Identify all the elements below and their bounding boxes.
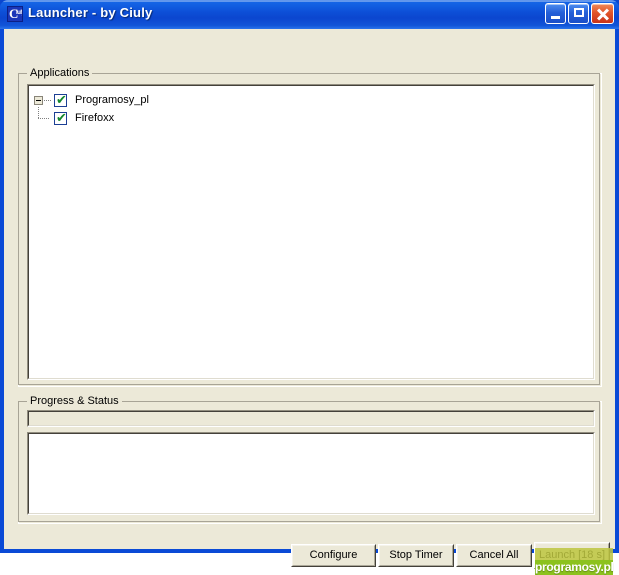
maximize-icon [574, 8, 584, 17]
tree-item-programosy-pl[interactable]: ✔ Programosy_pl [34, 92, 149, 109]
collapse-icon[interactable] [34, 96, 43, 105]
stop-timer-button[interactable]: Stop Timer [378, 544, 454, 567]
applications-tree[interactable]: ✔ Programosy_pl ✔ Firefoxx [27, 84, 595, 380]
minimize-button[interactable] [545, 3, 566, 24]
status-log-area[interactable] [27, 432, 595, 515]
cancel-all-button[interactable]: Cancel All [456, 544, 532, 567]
application-window: C iuly Launcher - by Ciuly Applications [0, 0, 619, 575]
app-icon-subtext: iuly [16, 10, 22, 16]
watermark-text: programosy.pl [535, 560, 614, 575]
tree-checkbox-firefoxx[interactable]: ✔ [54, 111, 67, 126]
tree-connector-elbow [34, 107, 52, 127]
tree-label-programosy-pl: Programosy_pl [75, 94, 149, 106]
applications-group: Applications ✔ Programosy_pl ✔ Firefoxx [18, 67, 602, 387]
tree-label-firefoxx: Firefoxx [75, 112, 115, 124]
close-button[interactable] [591, 3, 614, 24]
progress-status-group-label: Progress & Status [27, 395, 122, 407]
configure-button[interactable]: Configure [291, 544, 376, 567]
app-icon[interactable]: C iuly [7, 6, 23, 22]
watermark-overlay: programosy.pl [535, 548, 614, 575]
progress-bar [27, 410, 595, 427]
client-area: Applications ✔ Programosy_pl ✔ Firefoxx [4, 29, 615, 575]
title-bar[interactable]: C iuly Launcher - by Ciuly [0, 0, 619, 29]
tree-item-firefoxx[interactable]: ✔ Firefoxx [34, 107, 115, 127]
tree-connector-line [44, 100, 52, 101]
window-title: Launcher - by Ciuly [28, 5, 153, 20]
maximize-button[interactable] [568, 3, 589, 24]
applications-group-label: Applications [27, 67, 93, 79]
watermark-top-band [535, 548, 613, 560]
checkmark-icon: ✔ [56, 111, 67, 126]
progress-status-group: Progress & Status [18, 395, 602, 524]
tree-checkbox-programosy-pl[interactable]: ✔ [54, 93, 67, 108]
checkmark-icon: ✔ [56, 93, 67, 108]
minimize-icon [551, 16, 560, 19]
window-controls [545, 3, 614, 24]
title-bar-highlight [0, 0, 619, 2]
